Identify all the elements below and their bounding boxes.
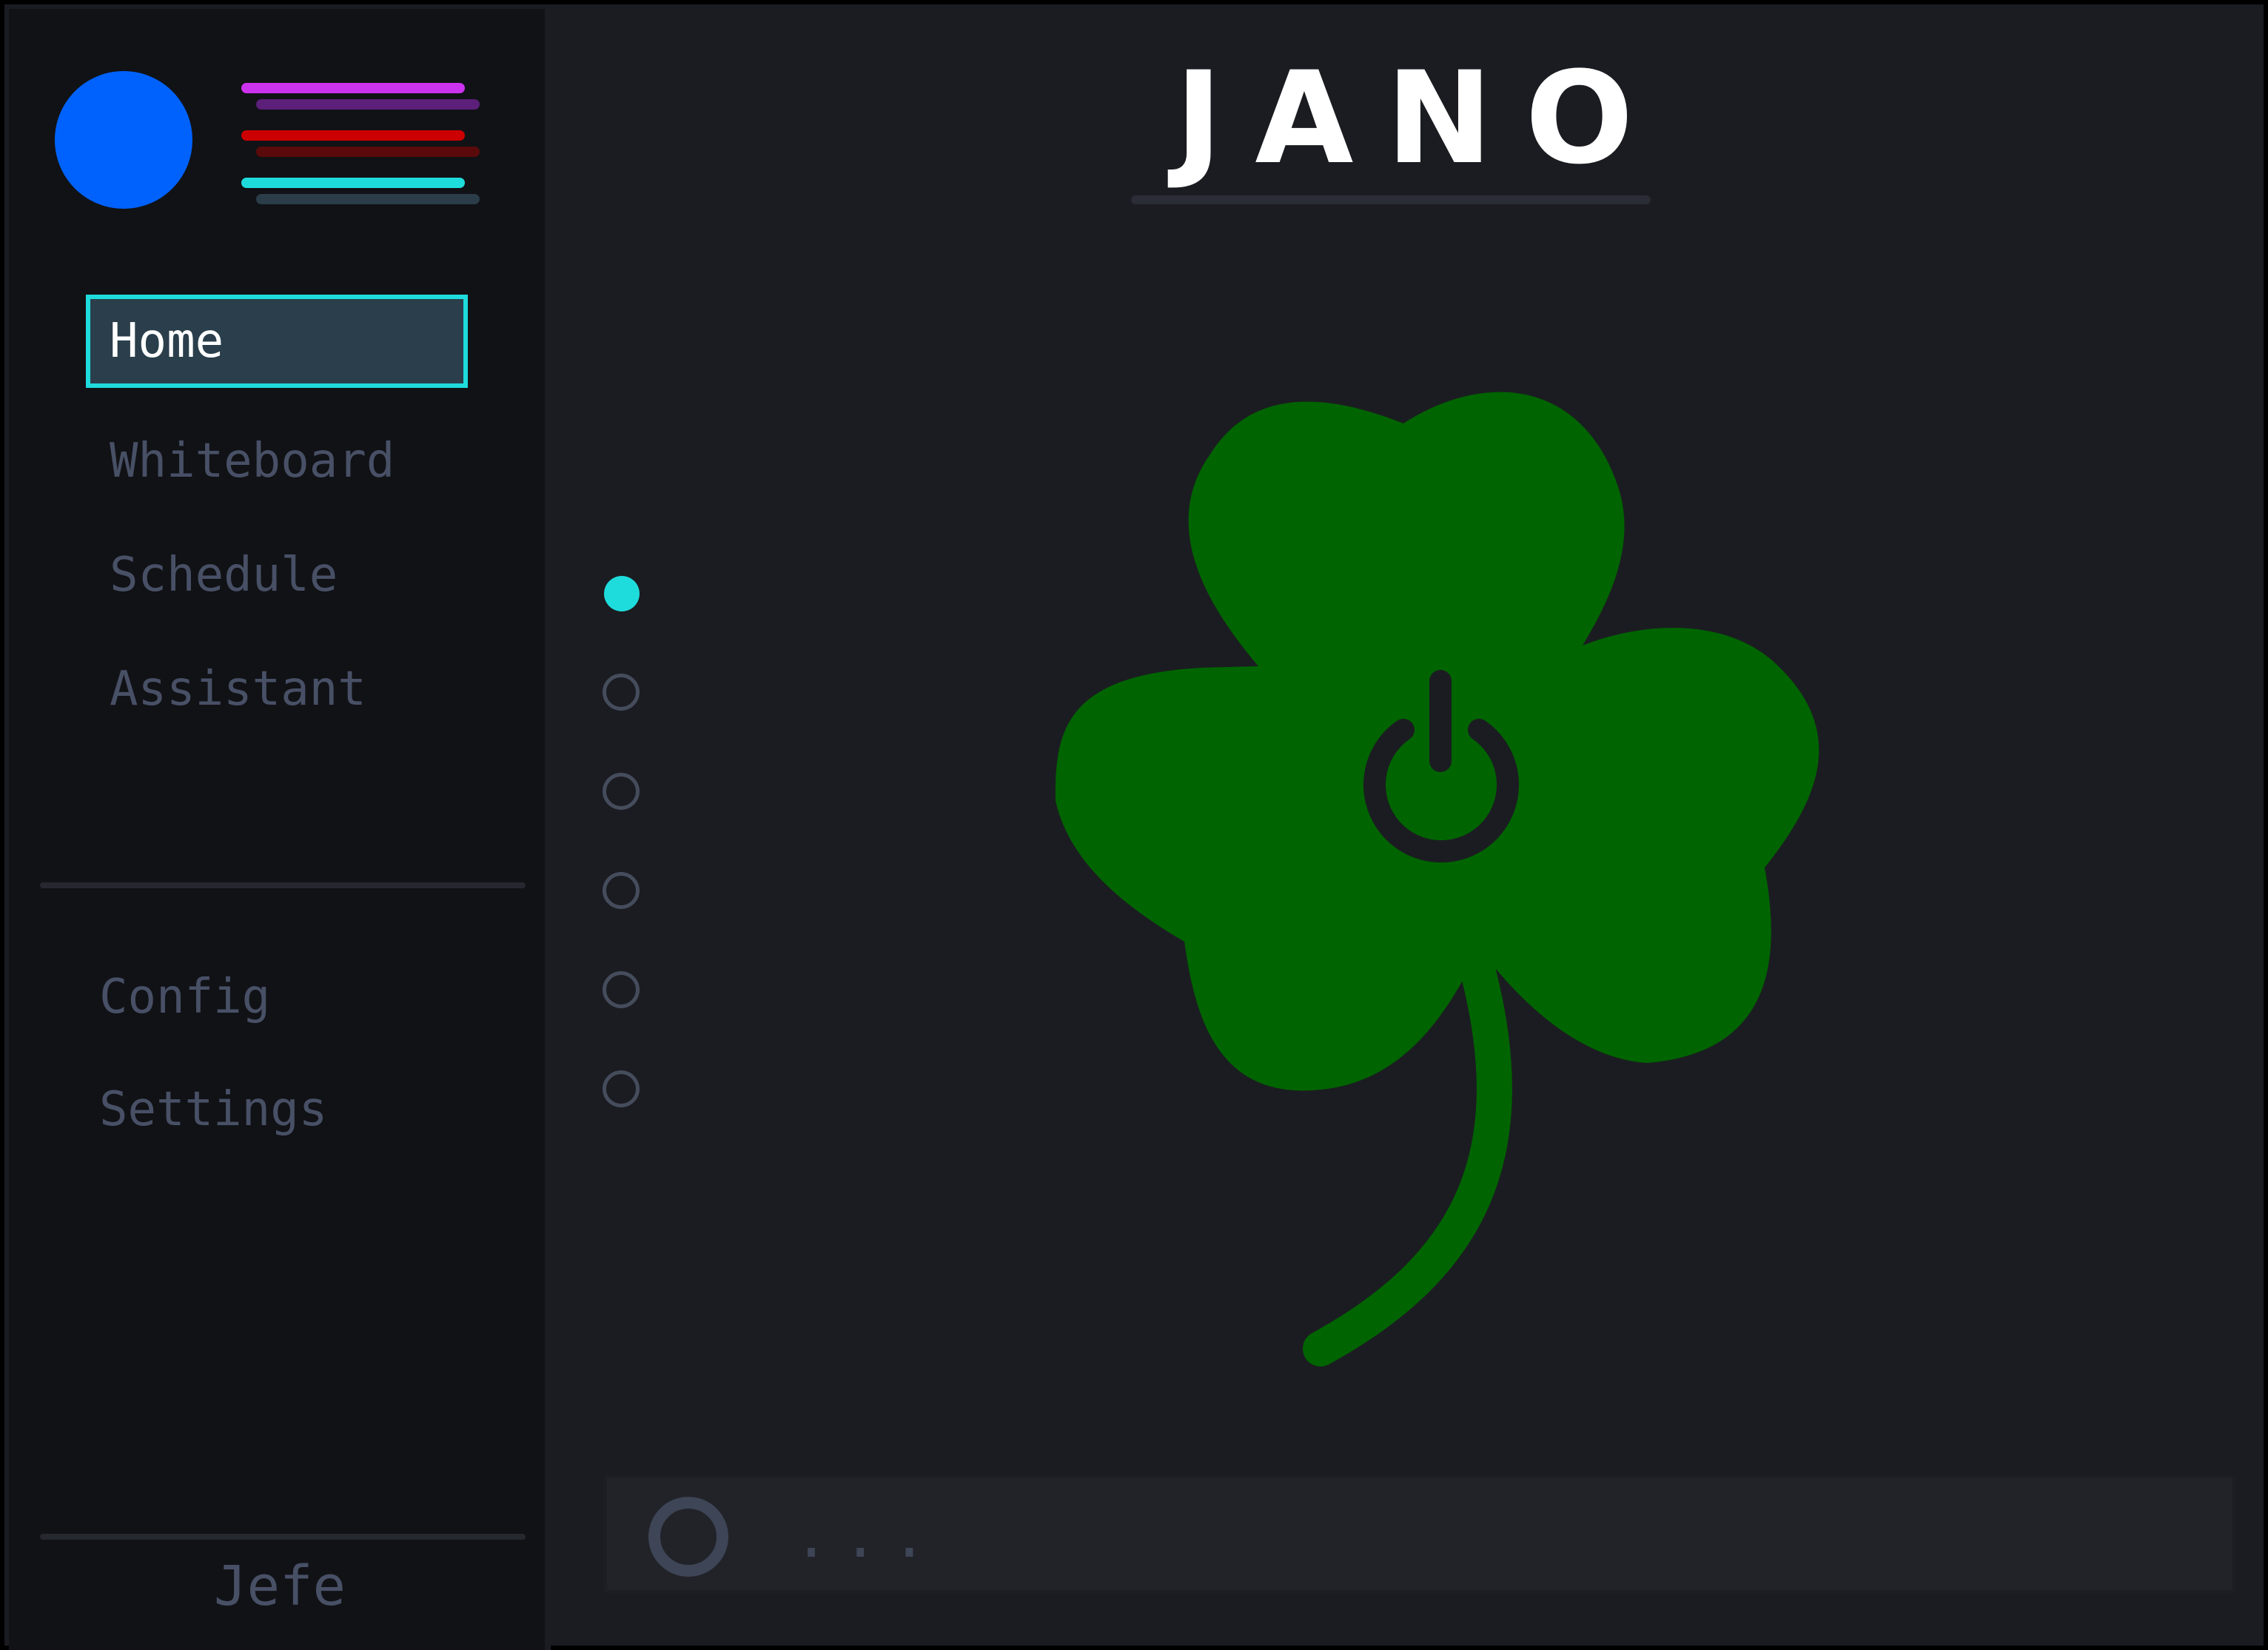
logo-bar-purple-shadow (256, 99, 480, 110)
clover-power-icon[interactable] (551, 9, 2268, 1650)
logo-bar-purple (241, 83, 465, 93)
command-input[interactable] (792, 1501, 2127, 1572)
logo-avatar (55, 71, 192, 209)
nav-item-label: Home (110, 314, 224, 369)
sidebar: Home Whiteboard Schedule Assistant Confi… (9, 9, 551, 1650)
nav-item-assistant[interactable]: Assistant (86, 643, 468, 736)
nav-item-whiteboard[interactable]: Whiteboard (86, 415, 468, 508)
sidebar-footer-divider (40, 1534, 526, 1540)
logo-bar-red (241, 130, 465, 141)
command-bar[interactable] (604, 1475, 2235, 1593)
nav-item-label: Assistant (110, 662, 366, 717)
nav-item-label: Settings (99, 1082, 328, 1137)
logo-bar-red-shadow (256, 147, 480, 157)
nav-item-label: Schedule (110, 548, 338, 603)
logo-bar-cyan (241, 178, 465, 188)
sidebar-divider (40, 882, 526, 888)
user-name[interactable]: Jefe (9, 1555, 551, 1618)
mic-icon[interactable] (648, 1497, 728, 1577)
app-window: Home Whiteboard Schedule Assistant Confi… (0, 0, 2268, 1650)
nav-item-label: Config (99, 970, 271, 1024)
main-panel: JANO (551, 9, 2268, 1650)
nav-item-home[interactable]: Home (86, 295, 468, 388)
nav-item-label: Whiteboard (110, 434, 395, 489)
nav-item-config[interactable]: Config (76, 950, 457, 1044)
logo-bar-cyan-shadow (256, 194, 480, 204)
nav-item-schedule[interactable]: Schedule (86, 529, 468, 622)
nav-item-settings[interactable]: Settings (76, 1063, 457, 1156)
